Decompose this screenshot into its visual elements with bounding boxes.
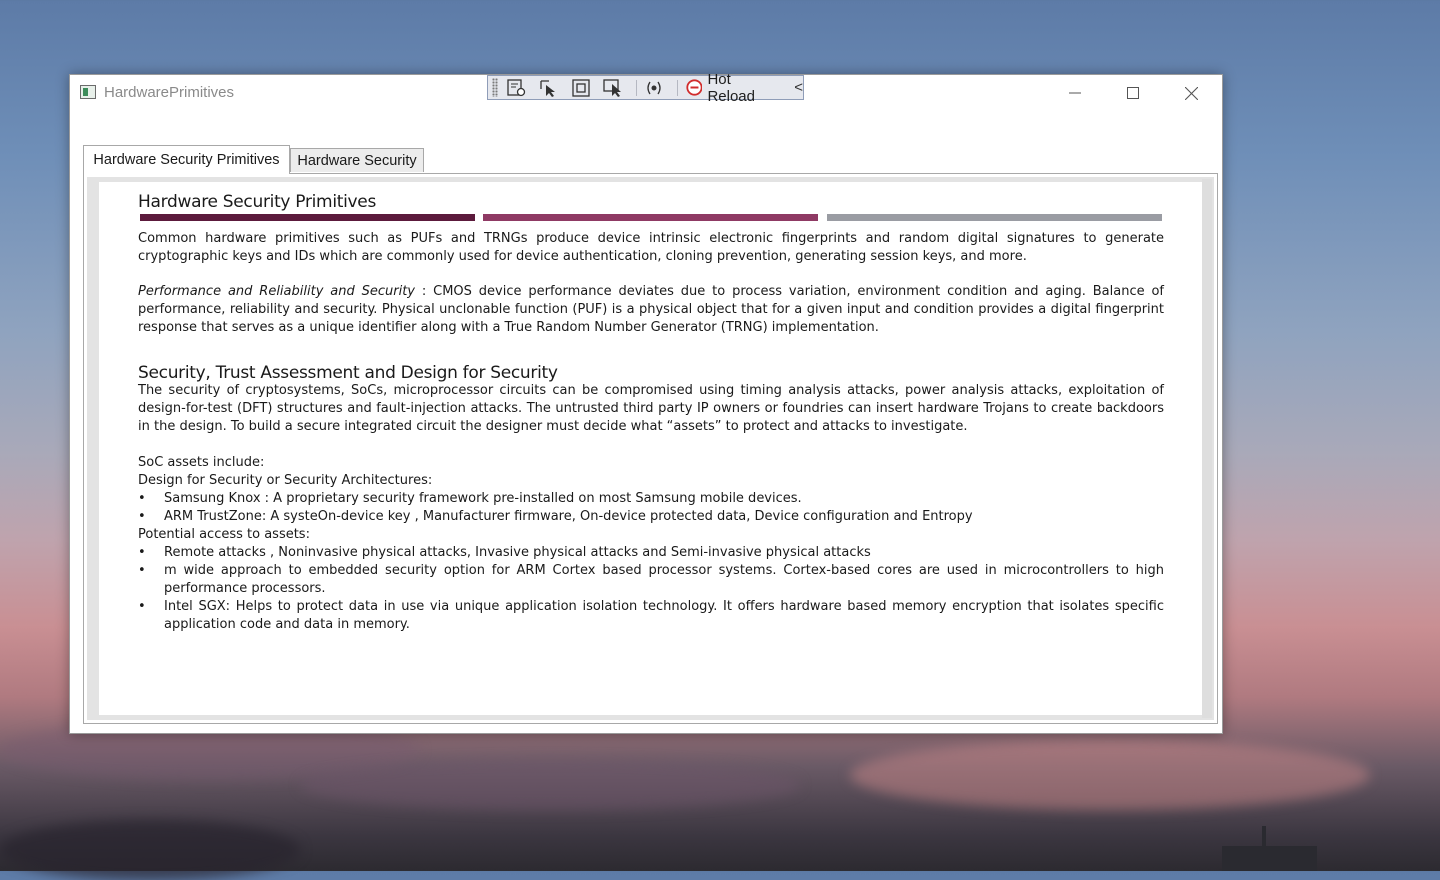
toolbar-grip-icon[interactable] [492, 78, 498, 97]
hot-reload-stop-icon [685, 79, 703, 96]
performance-italic-label: Performance and Reliability and Security [138, 284, 415, 299]
bullet-glyph: • [138, 563, 146, 578]
potential-access-label: Potential access to assets: [138, 527, 310, 542]
building-silhouette [1262, 826, 1266, 848]
tab-label: Hardware Security [297, 152, 417, 169]
soc-assets-label: SoC assets include: [138, 455, 265, 470]
cloud [0, 820, 300, 880]
display-layout-adorners-icon[interactable] [568, 77, 594, 99]
performance-paragraph: Performance and Reliability and Security… [138, 283, 1164, 337]
tab-hardware-security-primitives[interactable]: Hardware Security Primitives [83, 145, 290, 174]
document-page: Hardware Security Primitives Common hard… [99, 182, 1202, 715]
list-item-arm-trustzone: ARM TrustZone: A systeOn-device key , Ma… [164, 509, 973, 524]
tab-content-panel: Hardware Security Primitives Common hard… [83, 173, 1218, 724]
bullet-glyph: • [138, 545, 146, 560]
close-button[interactable] [1162, 75, 1220, 111]
list-item-samsung-knox: Samsung Knox : A proprietary security fr… [164, 491, 802, 506]
maximize-icon [1127, 87, 1139, 99]
accent-bar-gray [827, 214, 1162, 221]
app-window: HardwarePrimitives Hot Reload < Hardware… [69, 71, 1223, 734]
track-focused-element-icon[interactable] [600, 77, 626, 99]
cloud [850, 740, 1370, 810]
bullet-glyph: • [138, 599, 146, 614]
list-item-arm-cortex: m wide approach to embedded security opt… [164, 563, 1164, 596]
app-icon [80, 85, 96, 99]
tab-hardware-security[interactable]: Hardware Security [290, 148, 424, 172]
window-title: HardwarePrimitives [104, 84, 235, 101]
close-icon [1184, 86, 1198, 100]
select-element-icon[interactable] [536, 77, 562, 99]
security-paragraph: The security of cryptosystems, SoCs, mic… [138, 383, 1164, 434]
toolbar-separator [676, 79, 678, 96]
live-visual-tree-icon[interactable] [504, 77, 530, 99]
binding-failures-icon[interactable] [641, 77, 667, 99]
tab-label: Hardware Security Primitives [93, 152, 280, 168]
title-bar[interactable]: HardwarePrimitives Hot Reload < [70, 71, 1222, 111]
collapse-toolbar-chevron-icon[interactable]: < [794, 79, 803, 96]
minimize-button[interactable] [1046, 75, 1104, 111]
heading-hardware-security-primitives: Hardware Security Primitives [138, 192, 377, 212]
minimize-icon [1069, 92, 1081, 94]
list-item-remote-attacks: Remote attacks , Noninvasive physical at… [164, 545, 871, 560]
heading-security-trust: Security, Trust Assessment and Design fo… [138, 363, 558, 383]
list-item-intel-sgx: Intel SGX: Helps to protect data in use … [164, 599, 1164, 632]
hot-reload-label: Hot Reload [707, 70, 755, 105]
hot-reload-button[interactable]: Hot Reload [685, 70, 783, 105]
xaml-runtime-toolbar: Hot Reload < [487, 71, 804, 105]
cloud [300, 760, 800, 810]
document-viewer: Hardware Security Primitives Common hard… [87, 177, 1214, 720]
intro-paragraph: Common hardware primitives such as PUFs … [138, 231, 1164, 264]
toolbar-separator [635, 79, 637, 96]
maximize-button[interactable] [1104, 75, 1162, 111]
bullet-glyph: • [138, 491, 146, 506]
accent-bar-magenta [483, 214, 818, 221]
vertical-scrollbar[interactable] [1202, 179, 1212, 718]
design-for-security-label: Design for Security or Security Architec… [138, 473, 433, 488]
accent-bar-dark [140, 214, 475, 221]
building-silhouette [1222, 846, 1317, 871]
bullet-glyph: • [138, 509, 146, 524]
